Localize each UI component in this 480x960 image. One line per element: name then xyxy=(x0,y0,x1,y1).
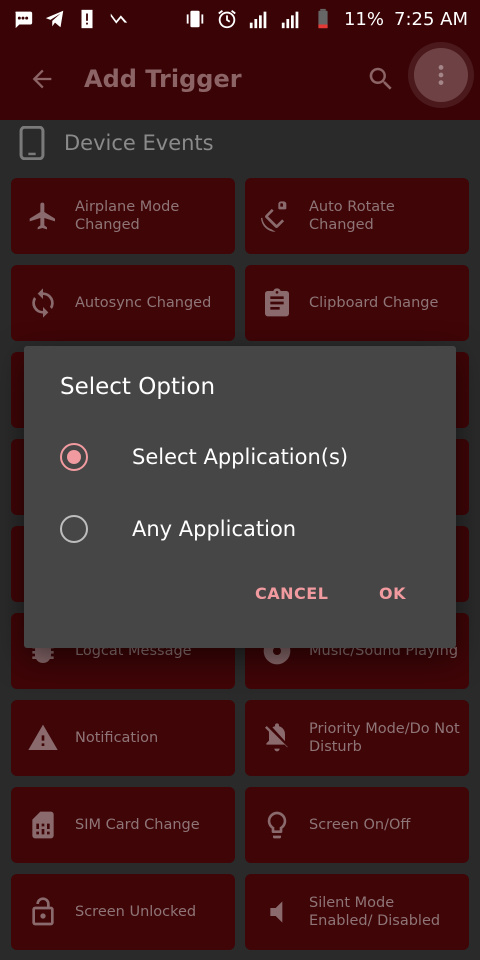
option-label: Any Application xyxy=(132,517,297,541)
dialog-title: Select Option xyxy=(60,374,216,400)
option-select-applications[interactable]: Select Application(s) xyxy=(60,429,440,485)
option-label: Select Application(s) xyxy=(132,445,349,469)
cancel-button[interactable]: CANCEL xyxy=(255,584,328,603)
radio-button[interactable] xyxy=(60,515,88,543)
select-option-dialog: Select Option Select Application(s) Any … xyxy=(24,346,456,648)
ok-button[interactable]: OK xyxy=(379,584,406,603)
option-any-application[interactable]: Any Application xyxy=(60,501,440,557)
radio-button-checked[interactable] xyxy=(60,443,88,471)
